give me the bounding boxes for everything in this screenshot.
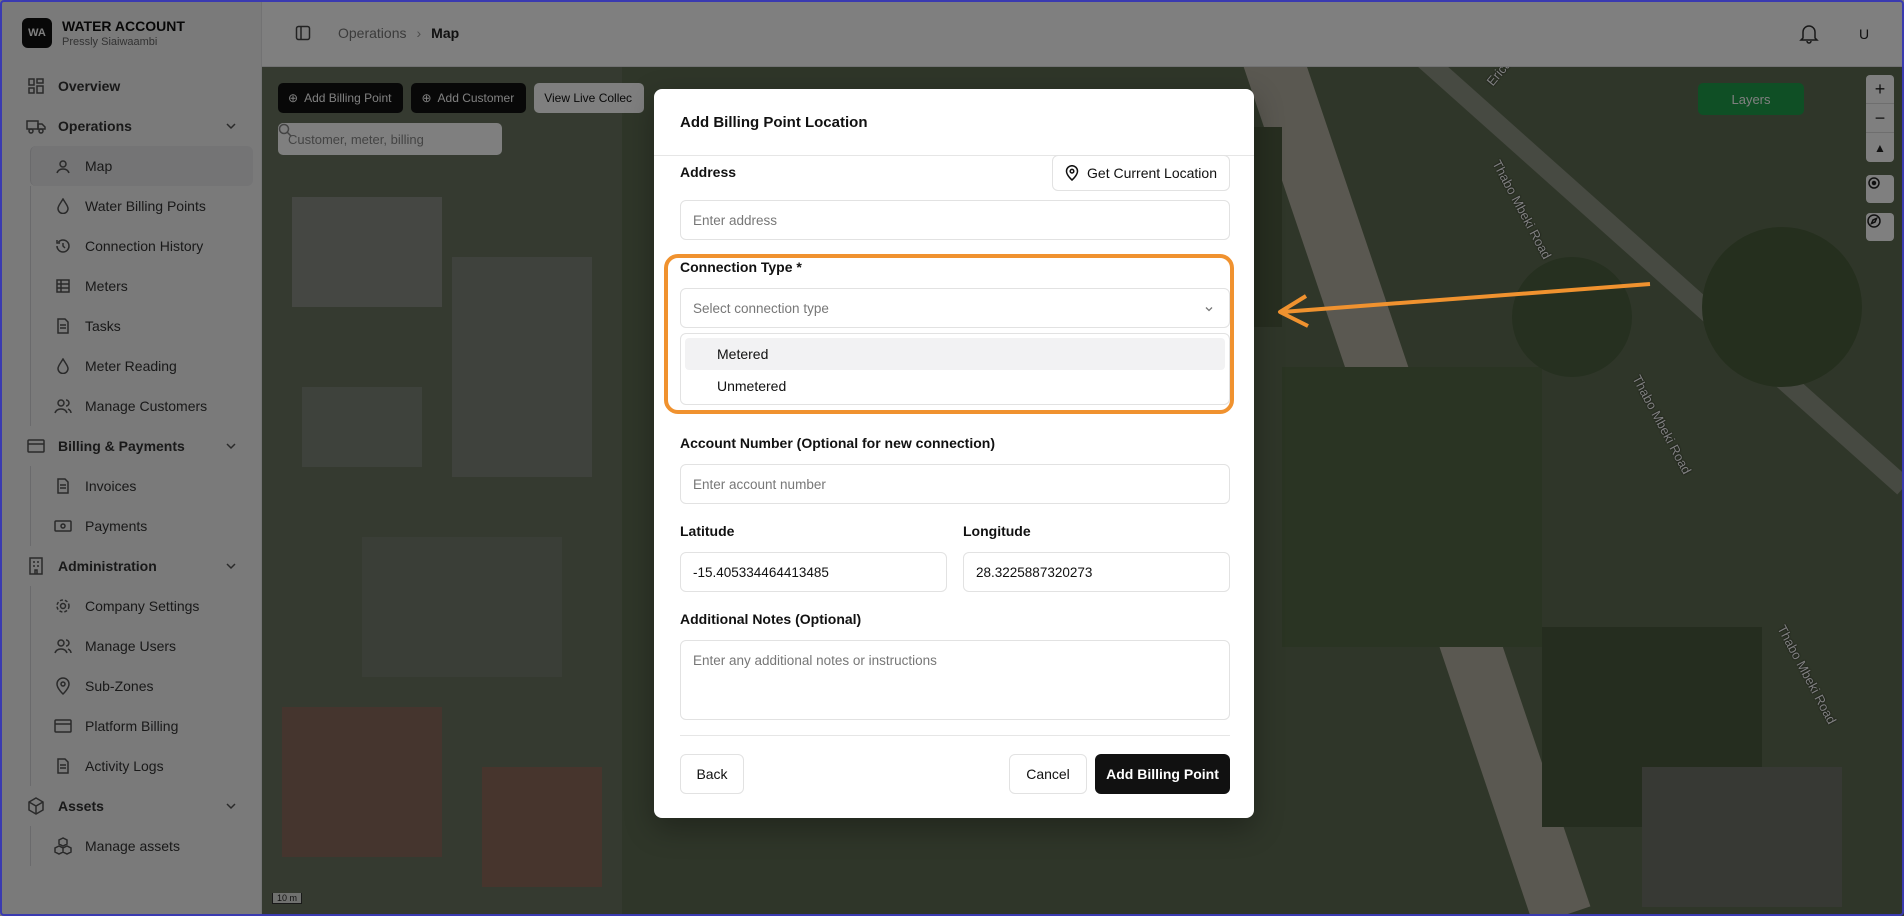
add-billing-point-dialog: Add Billing Point Location Address Get C…: [654, 89, 1254, 818]
button-label: Get Current Location: [1087, 165, 1217, 181]
latitude-label: Latitude: [680, 523, 735, 539]
add-billing-point-button[interactable]: Add Billing Point: [1095, 754, 1230, 794]
longitude-input[interactable]: 28.3225887320273: [963, 552, 1230, 592]
cancel-button[interactable]: Cancel: [1009, 754, 1087, 794]
annotation-highlight-box: [664, 254, 1234, 414]
app-window: WA WATER ACCOUNT Pressly Siaiwaambi Over…: [0, 0, 1904, 916]
back-button[interactable]: Back: [680, 754, 744, 794]
account-number-input[interactable]: Enter account number: [680, 464, 1230, 504]
address-input[interactable]: Enter address: [680, 200, 1230, 240]
latitude-input[interactable]: -15.405334464413485: [680, 552, 947, 592]
divider: [680, 735, 1230, 736]
annotation-arrow-icon: [1278, 282, 1651, 328]
map-pin-icon: [1065, 165, 1079, 181]
longitude-label: Longitude: [963, 523, 1031, 539]
dialog-title: Add Billing Point Location: [654, 89, 1254, 156]
notes-textarea[interactable]: Enter any additional notes or instructio…: [680, 640, 1230, 720]
account-number-label: Account Number (Optional for new connect…: [680, 435, 995, 451]
address-label: Address: [680, 164, 737, 180]
get-current-location-button[interactable]: Get Current Location: [1052, 155, 1230, 191]
notes-label: Additional Notes (Optional): [680, 611, 862, 627]
